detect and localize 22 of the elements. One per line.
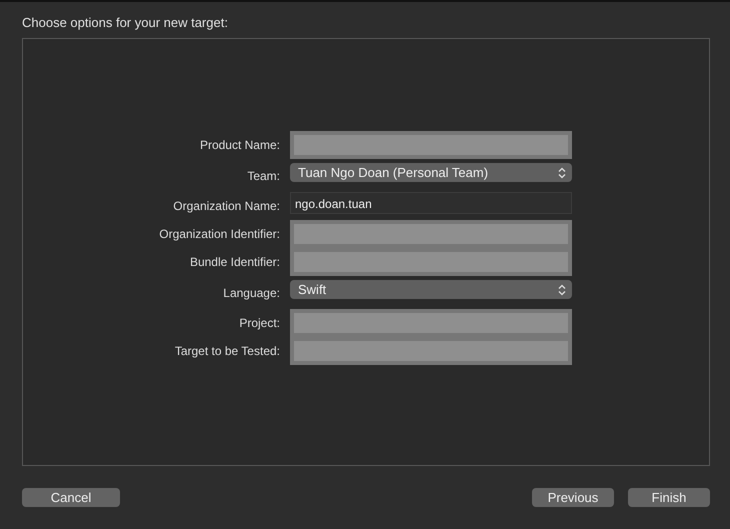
field-label: Product Name:: [198, 138, 280, 152]
chevron-icon: [558, 284, 566, 296]
field-label: Organization Identifier:: [158, 227, 280, 241]
input-field[interactable]: ngo.doan.tuan: [290, 192, 572, 214]
input-field[interactable]: [290, 131, 572, 159]
field-label: Target to be Tested:: [174, 344, 280, 358]
popup-button[interactable]: Swift: [290, 280, 572, 299]
field-label: Bundle Identifier:: [188, 255, 280, 269]
field-label: Team:: [246, 168, 280, 182]
input-field[interactable]: [290, 337, 572, 365]
input-field[interactable]: [290, 309, 572, 337]
field-label: Organization Name:: [172, 199, 280, 213]
chevron-icon: [558, 166, 566, 178]
input-field[interactable]: [290, 248, 572, 276]
cancel-button[interactable]: Cancel: [22, 488, 120, 507]
field-label: Project:: [238, 316, 280, 330]
input-field[interactable]: [290, 220, 572, 248]
popup-button[interactable]: Tuan Ngo Doan (Personal Team): [290, 163, 572, 182]
field-label: Language:: [222, 286, 280, 300]
finish-button[interactable]: Finish: [628, 488, 710, 507]
previous-button[interactable]: Previous: [532, 488, 614, 507]
window-title: Choose options for your new target:: [22, 15, 229, 32]
